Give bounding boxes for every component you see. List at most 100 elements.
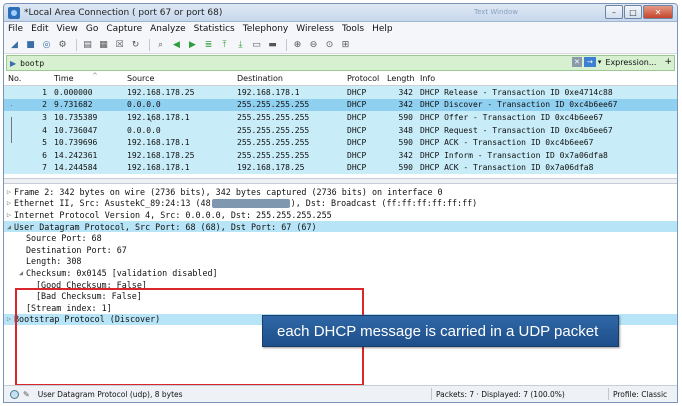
reload-file-icon[interactable]: ↻ — [129, 38, 142, 51]
packet-row[interactable]: 3 10.735389 192.168.178.1 255.255.255.255 DH… — [4, 111, 677, 124]
packet-cell-time: 10.736047 — [54, 125, 98, 135]
collapse-arrow-icon[interactable]: ◢ — [4, 223, 14, 231]
packet-cell-info: DHCP Release - Transaction ID 0xe4714c88 — [420, 87, 613, 97]
packet-list: 1 0.000000 192.168.178.25 192.168.178.1 DHCP… — [4, 86, 677, 178]
column-header-destination[interactable]: Destination — [233, 74, 343, 83]
menu-capture[interactable]: Capture — [106, 24, 142, 34]
status-profile[interactable]: Profile: Classic — [613, 390, 677, 399]
column-header-source[interactable]: Source — [123, 74, 233, 83]
related-packet-marker — [11, 105, 12, 106]
restart-capture-icon[interactable]: ◎ — [40, 38, 53, 51]
start-capture-icon[interactable]: ◢ — [8, 38, 21, 51]
packet-cell-info: DHCP Request - Transaction ID 0xc4b6ee67 — [420, 125, 613, 135]
packet-cell-len: 590 — [398, 163, 413, 173]
menu-analyze[interactable]: Analyze — [150, 24, 185, 34]
packet-cell-src: 192.168.178.25 — [127, 87, 195, 97]
packet-cell-time: 14.242361 — [54, 150, 98, 160]
udp-length[interactable]: Length: 308 — [4, 256, 677, 268]
packet-row[interactable]: 1 0.000000 192.168.178.25 192.168.178.1 DHCP… — [4, 86, 677, 99]
go-to-packet-icon[interactable]: ≣ — [202, 38, 215, 51]
add-filter-button[interactable]: + — [664, 57, 672, 67]
udp-checksum-tree-item[interactable]: ◢ Checksum: 0x0145 [validation disabled] — [4, 267, 677, 279]
last-packet-icon[interactable]: ⤓ — [234, 38, 247, 51]
first-packet-icon[interactable]: ⤒ — [218, 38, 231, 51]
resize-columns-icon[interactable]: ⊞ — [339, 38, 352, 51]
menu-wireless[interactable]: Wireless — [296, 24, 334, 34]
udp-source-port-text: Source Port: 68 — [26, 233, 102, 244]
window-title: *Local Area Connection ( port 67 or port… — [24, 7, 223, 18]
menu-help[interactable]: Help — [372, 24, 393, 34]
frame-tree-item[interactable]: ▷ Frame 2: 342 bytes on wire (2736 bits)… — [4, 186, 677, 198]
zoom-out-icon[interactable]: ⊖ — [307, 38, 320, 51]
expression-button[interactable]: Expression... — [605, 58, 656, 67]
packet-cell-info: DHCP Discover - Transaction ID 0xc4b6ee6… — [420, 100, 618, 110]
menu-file[interactable]: File — [8, 24, 23, 34]
close-file-icon[interactable]: ☒ — [113, 38, 126, 51]
ethernet-tree-item[interactable]: ▷ Ethernet II, Src: AsustekC_89:24:13 (4… — [4, 198, 677, 210]
autoscroll-icon[interactable]: ▭ — [250, 38, 263, 51]
menu-go[interactable]: Go — [86, 24, 98, 34]
expand-arrow-icon[interactable]: ▷ — [4, 199, 14, 207]
packet-cell-src: 192.168.178.1 — [127, 138, 190, 148]
clear-filter-icon[interactable]: ✕ — [571, 57, 582, 67]
packet-row[interactable]: 7 14.244584 192.168.178.1 192.168.178.25 DHC… — [4, 161, 677, 175]
packet-cell-len: 348 — [398, 125, 413, 135]
colorize-icon[interactable]: ▬ — [266, 38, 279, 51]
packet-cell-no: 7 — [42, 163, 47, 173]
packet-cell-len: 590 — [398, 138, 413, 148]
status-separator — [431, 388, 432, 400]
udp-destination-port[interactable]: Destination Port: 67 — [4, 244, 677, 256]
expand-arrow-icon[interactable]: ▷ — [4, 315, 14, 323]
column-header-time[interactable]: Time — [50, 74, 123, 83]
packet-cell-dst: 255.255.255.255 — [237, 112, 310, 122]
menu-telephony[interactable]: Telephony — [243, 24, 289, 34]
ip-summary: Internet Protocol Version 4, Src: 0.0.0.… — [14, 209, 332, 220]
column-header-protocol[interactable]: Protocol — [343, 74, 383, 83]
zoom-in-icon[interactable]: ⊕ — [291, 38, 304, 51]
capture-options-icon[interactable]: ⚙ — [56, 38, 69, 51]
mouse-cursor-icon: ↖ — [147, 115, 153, 125]
display-filter-bar[interactable]: ▶ bootp ✕ → ▾ Expression... + — [6, 55, 675, 71]
column-header-length[interactable]: Length — [383, 74, 416, 83]
expand-arrow-icon[interactable]: ▷ — [4, 188, 14, 196]
go-back-icon[interactable]: ◀ — [170, 38, 183, 51]
packet-row[interactable]: 5 10.739696 192.168.178.1 255.255.255.255 DH… — [4, 136, 677, 149]
menu-view[interactable]: View — [57, 24, 78, 34]
collapse-arrow-icon[interactable]: ◢ — [16, 269, 26, 277]
packet-cell-time: 10.735389 — [54, 112, 98, 122]
packet-cell-dst: 192.168.178.1 — [237, 87, 300, 97]
zoom-normal-icon[interactable]: ⊙ — [323, 38, 336, 51]
filter-history-chevron-icon[interactable]: ▾ — [598, 58, 602, 66]
menu-edit[interactable]: Edit — [31, 24, 48, 34]
packet-cell-proto: DHCP — [347, 100, 367, 110]
packet-cell-time: 14.244584 — [54, 163, 98, 173]
expand-arrow-icon[interactable]: ▷ — [4, 211, 14, 219]
udp-source-port[interactable]: Source Port: 68 — [4, 232, 677, 244]
packet-row[interactable]: 6 14.242361 192.168.178.25 255.255.255.255 D… — [4, 148, 677, 162]
find-packet-icon[interactable]: ⌕ — [154, 38, 167, 51]
stop-capture-icon[interactable]: ■ — [24, 38, 37, 51]
minimize-button[interactable]: – — [605, 5, 623, 19]
packet-row[interactable]: 4 10.736047 0.0.0.0 255.255.255.255 DHCP 348 D… — [4, 123, 677, 137]
packet-row[interactable]: 2 9.731682 0.0.0.0 255.255.255.255 DHCP 342 DH… — [4, 98, 677, 112]
packet-cell-dst: 255.255.255.255 — [237, 100, 310, 110]
edit-comment-icon[interactable]: ✎ — [23, 390, 30, 399]
column-header-no[interactable]: No. — [4, 74, 50, 83]
go-forward-icon[interactable]: ▶ — [186, 38, 199, 51]
maximize-button[interactable]: □ — [624, 5, 642, 19]
packet-cell-dst: 255.255.255.255 — [237, 150, 310, 160]
udp-tree-item[interactable]: ◢ User Datagram Protocol, Src Port: 68 (… — [4, 220, 677, 233]
ip-tree-item[interactable]: ▷ Internet Protocol Version 4, Src: 0.0.… — [4, 209, 677, 221]
open-file-icon[interactable]: ▤ — [81, 38, 94, 51]
column-header-info[interactable]: Info — [416, 74, 677, 83]
menu-tools[interactable]: Tools — [342, 24, 364, 34]
close-button[interactable]: ✕ — [643, 5, 673, 19]
display-filter-input[interactable]: bootp — [20, 59, 44, 68]
packet-cell-info: DHCP ACK - Transaction ID 0xc4b6ee67 — [420, 138, 594, 148]
bookmark-icon[interactable]: ▶ — [10, 59, 16, 68]
sort-ascending-icon: ^ — [92, 72, 98, 80]
expert-info-icon[interactable] — [10, 389, 19, 399]
apply-filter-icon[interactable]: → — [583, 57, 596, 67]
menu-statistics[interactable]: Statistics — [194, 24, 235, 34]
save-file-icon[interactable]: ▦ — [97, 38, 110, 51]
